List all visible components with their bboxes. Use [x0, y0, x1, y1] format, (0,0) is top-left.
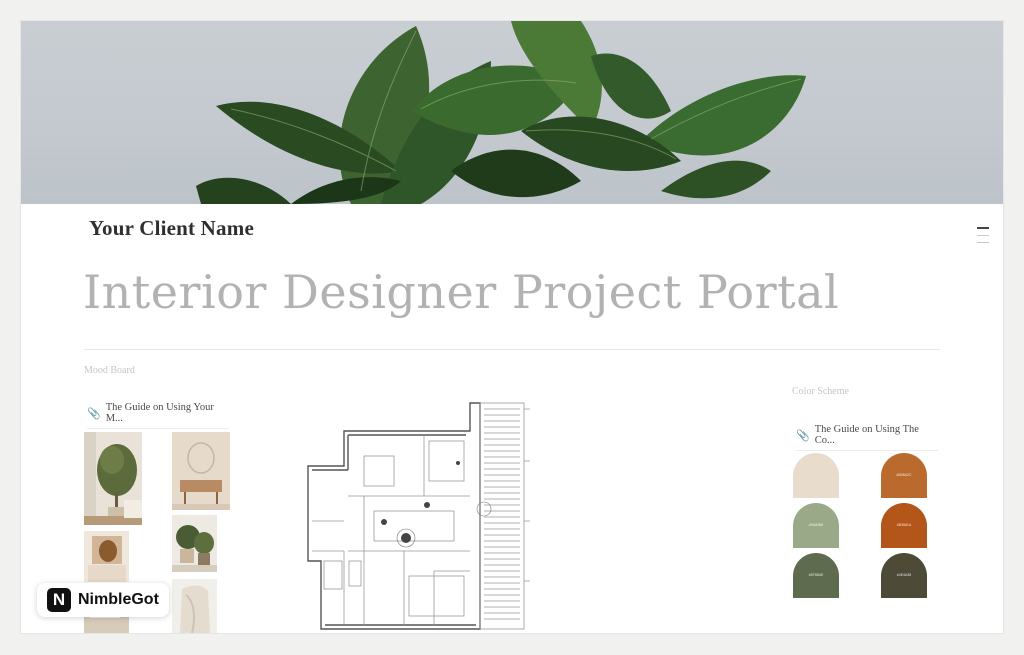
client-name-heading: Your Client Name — [89, 216, 254, 240]
paperclip-icon: 📎 — [87, 407, 101, 420]
mood-photo-chair[interactable] — [172, 579, 217, 633]
nimblegot-logo-icon: N — [47, 588, 71, 612]
floor-plan[interactable] — [304, 401, 532, 633]
color-scheme-guide-link[interactable]: 📎 The Guide on Using The Co... — [796, 424, 938, 451]
cover-image[interactable] — [21, 21, 1003, 204]
mood-board-guide-text: The Guide on Using Your M... — [105, 402, 214, 424]
swatch-code: #B3561A — [896, 523, 912, 527]
mood-photo-decor[interactable] — [84, 531, 129, 582]
living-room-photo — [84, 432, 142, 525]
decor-photo — [84, 531, 129, 582]
paperclip-icon: 📎 — [796, 429, 810, 442]
mood-board-label: Mood Board — [84, 365, 135, 376]
page-frame: Your Client Name Interior Designer Proje… — [21, 21, 1003, 633]
chair-photo — [172, 579, 217, 633]
mood-photo-living-room[interactable] — [84, 432, 142, 525]
color-swatch-5[interactable]: #5F6B4E — [793, 553, 839, 598]
color-swatch-4[interactable]: #B3561A — [881, 503, 927, 548]
plants-photo — [172, 515, 217, 572]
nimblegot-badge-text: NimbleGot — [78, 591, 159, 608]
mood-board-guide-link[interactable]: 📎 The Guide on Using Your M... — [87, 402, 229, 429]
color-swatch-6[interactable]: #4E4A38 — [881, 553, 927, 598]
mood-photo-plants[interactable] — [172, 515, 217, 572]
mirror-photo — [172, 432, 230, 510]
swatch-code: #5F6B4E — [808, 573, 824, 577]
swatch-code: #4E4A38 — [896, 573, 912, 577]
swatch-code: #B96A2C — [896, 473, 912, 477]
plant-cover-illustration — [196, 21, 806, 204]
color-swatch-1[interactable] — [793, 453, 839, 498]
color-scheme-guide-text: The Guide on Using The Co... — [814, 424, 919, 446]
page-title: Interior Designer Project Portal — [83, 265, 840, 319]
swatch-code: #9AA988 — [808, 523, 824, 527]
mood-photo-mirror[interactable] — [172, 432, 230, 510]
color-swatch-2[interactable]: #B96A2C — [881, 453, 927, 498]
table-of-contents-indicator[interactable] — [977, 227, 989, 249]
floor-plan-drawing — [307, 402, 530, 630]
color-scheme-label: Color Scheme — [792, 386, 849, 397]
nimblegot-badge[interactable]: N NimbleGot — [37, 583, 169, 617]
divider — [84, 349, 940, 350]
color-swatch-3[interactable]: #9AA988 — [793, 503, 839, 548]
